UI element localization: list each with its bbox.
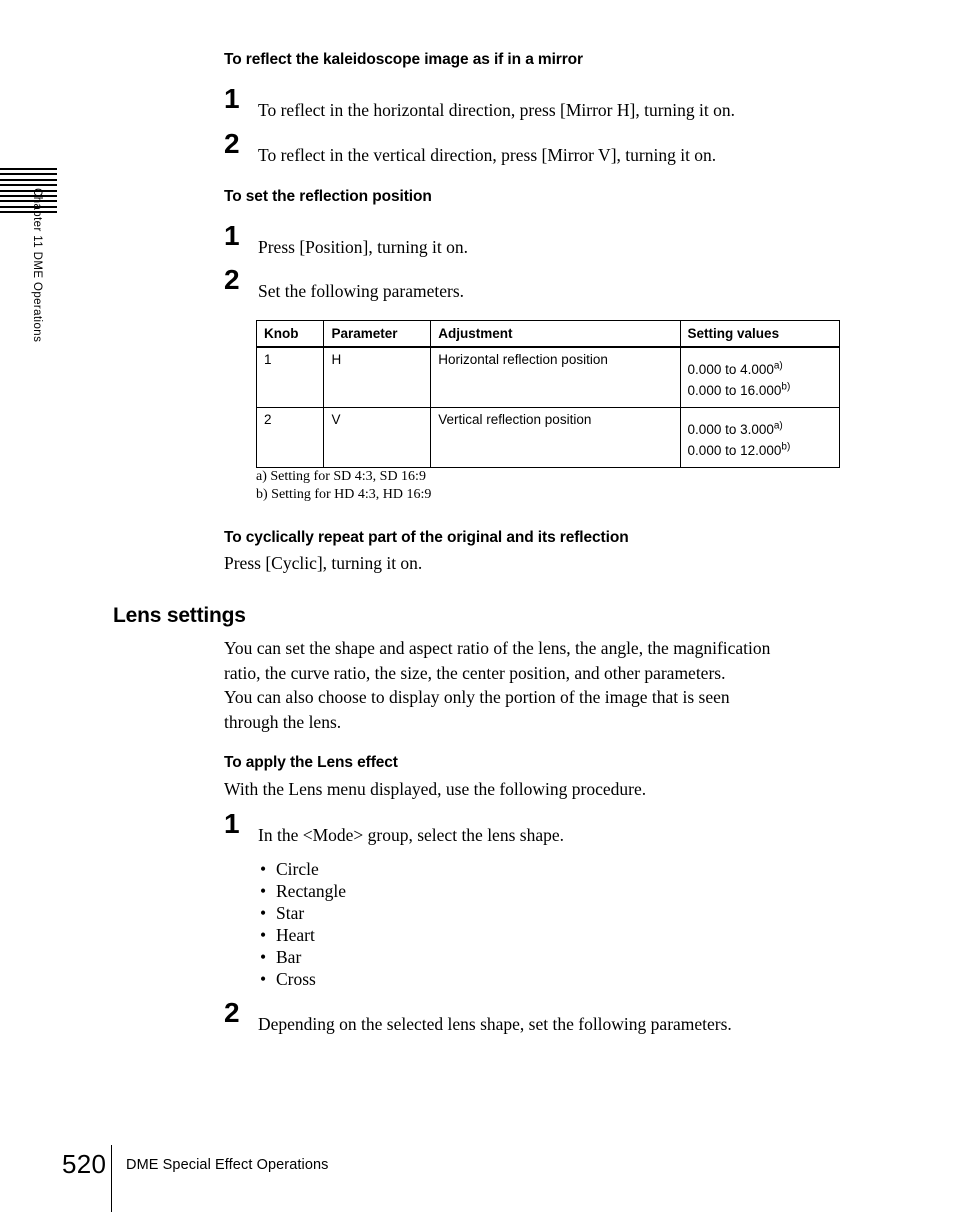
reflection-parameter-table: Knob Parameter Adjustment Setting values… — [255, 320, 841, 468]
list-item: • Star — [258, 902, 346, 924]
table-row: 1 H Horizontal reflection position 0.000… — [255, 346, 841, 408]
page-footer: 520 DME Special Effect Operations — [0, 1145, 954, 1212]
list-item-label: Circle — [276, 859, 319, 879]
cell-setting-values: 0.000 to 4.000a) 0.000 to 16.000b) — [679, 346, 841, 408]
tab-rule — [0, 178, 57, 181]
step-number: 1 — [224, 83, 240, 114]
bullet-icon: • — [260, 969, 267, 989]
step-text: Set the following parameters. — [258, 281, 465, 301]
cyclic-body-text: Press [Cyclic], turning it on. — [224, 553, 423, 573]
list-item: • Bar — [258, 946, 346, 968]
table-footnotes: a) Setting for SD 4:3, SD 16:9 b) Settin… — [256, 468, 431, 504]
lens-settings-body: You can set the shape and aspect ratio o… — [224, 636, 770, 734]
setting-range-1: 0.000 to 3.000 — [687, 422, 774, 437]
step-number: 1 — [224, 220, 240, 251]
step-text: To reflect in the horizontal direction, … — [258, 100, 735, 120]
lens-body-line-2: ratio, the curve ratio, the size, the ce… — [224, 662, 726, 683]
heading-reflection-position: To set the reflection position — [224, 188, 432, 205]
step-number: 2 — [224, 264, 240, 295]
list-item: • Cross — [258, 968, 346, 990]
cell-knob: 1 — [255, 346, 325, 408]
tab-rule — [0, 211, 57, 214]
chapter-tab-marks — [0, 168, 57, 214]
bullet-icon: • — [260, 881, 267, 901]
tab-rule — [0, 194, 57, 197]
setting-footnote-ref-b: b) — [781, 381, 791, 393]
lens-body-line-1: You can set the shape and aspect ratio o… — [224, 638, 771, 658]
list-item-label: Bar — [276, 947, 302, 967]
cell-setting-values: 0.000 to 3.000a) 0.000 to 12.000b) — [679, 407, 841, 468]
cell-adjustment: Horizontal reflection position — [430, 346, 681, 408]
tab-rule — [0, 189, 57, 192]
lens-body-line-3: You can also choose to display only the … — [224, 687, 730, 707]
footnote-b: b) Setting for HD 4:3, HD 16:9 — [256, 487, 432, 502]
step-text: Depending on the selected lens shape, se… — [258, 1014, 732, 1034]
column-header-adjustment: Adjustment — [430, 320, 681, 348]
step-number: 2 — [224, 997, 240, 1028]
tab-rule — [0, 200, 57, 203]
bullet-icon: • — [260, 947, 267, 967]
cell-adjustment: Vertical reflection position — [430, 407, 681, 468]
footer-section-title: DME Special Effect Operations — [126, 1157, 329, 1173]
column-header-parameter: Parameter — [323, 320, 432, 348]
tab-rule — [0, 168, 57, 170]
step-number: 1 — [224, 808, 240, 839]
cell-knob: 2 — [255, 407, 325, 468]
apply-lens-intro: With the Lens menu displayed, use the fo… — [224, 779, 647, 799]
tab-rule — [0, 205, 57, 208]
cell-parameter: H — [323, 346, 432, 408]
list-item-label: Heart — [276, 925, 315, 945]
tab-rule — [0, 184, 57, 187]
table-row: 2 V Vertical reflection position 0.000 t… — [255, 407, 841, 468]
column-header-knob: Knob — [255, 320, 325, 348]
tab-rule — [0, 173, 57, 176]
list-item: • Heart — [258, 924, 346, 946]
table-header-row: Knob Parameter Adjustment Setting values — [255, 320, 841, 348]
heading-mirror: To reflect the kaleidoscope image as if … — [224, 51, 583, 68]
step-text: Press [Position], turning it on. — [258, 237, 469, 257]
lens-shape-list: • Circle • Rectangle • Star • Heart • Bar • Cr… — [258, 858, 346, 990]
footnote-a: a) Setting for SD 4:3, SD 16:9 — [256, 469, 426, 484]
page-number: 520 — [62, 1149, 107, 1179]
bullet-icon: • — [260, 903, 267, 923]
list-item: • Circle — [258, 858, 346, 880]
setting-footnote-ref-a: a) — [773, 360, 783, 372]
bullet-icon: • — [260, 859, 267, 879]
list-item-label: Star — [276, 903, 305, 923]
cell-parameter: V — [323, 407, 432, 468]
list-item-label: Rectangle — [276, 881, 346, 901]
bullet-icon: • — [260, 925, 267, 945]
list-item: • Rectangle — [258, 880, 346, 902]
column-header-setting-values: Setting values — [679, 320, 841, 348]
footer-divider — [111, 1145, 112, 1212]
heading-lens-settings: Lens settings — [113, 604, 246, 627]
list-item-label: Cross — [276, 969, 316, 989]
chapter-sidebar-label: Chapter 11 DME Operations — [31, 188, 43, 343]
heading-cyclic: To cyclically repeat part of the origina… — [224, 529, 629, 546]
step-text: To reflect in the vertical direction, pr… — [258, 145, 717, 165]
setting-footnote-ref-b: b) — [781, 441, 791, 453]
heading-apply-lens-effect: To apply the Lens effect — [224, 754, 398, 771]
setting-range-2: 0.000 to 12.000 — [687, 443, 782, 458]
lens-body-line-4: through the lens. — [224, 711, 342, 732]
setting-footnote-ref-a: a) — [773, 420, 783, 432]
step-number: 2 — [224, 128, 240, 159]
setting-range-1: 0.000 to 4.000 — [687, 362, 774, 377]
setting-range-2: 0.000 to 16.000 — [687, 383, 782, 398]
step-text: In the <Mode> group, select the lens sha… — [258, 825, 564, 845]
